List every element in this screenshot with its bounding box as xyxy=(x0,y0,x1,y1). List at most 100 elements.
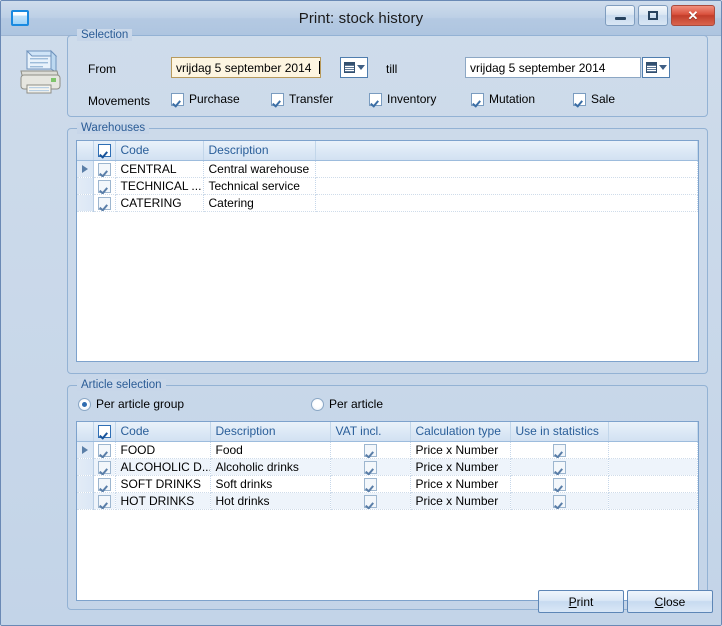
cell-use-in-statistics[interactable] xyxy=(510,492,609,510)
article-selection-group: Article selection Per article group Per … xyxy=(67,379,708,610)
column-header-vat-incl[interactable]: VAT incl. xyxy=(330,422,411,442)
printer-icon xyxy=(20,49,61,94)
checkbox-icon xyxy=(97,196,111,210)
table-row[interactable]: HOT DRINKS Hot drinks Price x Number xyxy=(77,492,698,510)
till-date-input[interactable]: vrijdag 5 september 2014 xyxy=(465,57,641,78)
table-row[interactable]: ALCOHOLIC D... Alcoholic drinks Price x … xyxy=(77,458,698,476)
cell-filler xyxy=(315,194,698,212)
cell-code: TECHNICAL ... xyxy=(115,177,204,195)
column-header-description[interactable]: Description xyxy=(203,141,316,161)
close-dialog-button[interactable]: Close xyxy=(627,590,713,613)
table-row[interactable]: SOFT DRINKS Soft drinks Price x Number xyxy=(77,475,698,493)
cell-vat-incl[interactable] xyxy=(330,492,411,510)
cell-use-in-statistics[interactable] xyxy=(510,475,609,493)
row-selector[interactable] xyxy=(77,160,94,178)
checkbox-icon xyxy=(97,443,111,457)
row-selector[interactable] xyxy=(77,475,94,493)
select-all-header[interactable] xyxy=(93,422,116,442)
row-checkbox[interactable] xyxy=(93,492,116,510)
column-header-use-in-statistics[interactable]: Use in statistics xyxy=(510,422,609,442)
warehouses-table: Code Description CENTRAL Central warehou… xyxy=(77,141,698,212)
checkbox-icon xyxy=(97,179,111,193)
checkbox-icon xyxy=(363,494,377,508)
checkbox-icon xyxy=(97,477,111,491)
dialog-client-area: Selection From vrijdag 5 september 2014 … xyxy=(5,29,719,623)
till-date-picker-button[interactable] xyxy=(642,57,670,78)
articles-table: Code Description VAT incl. Calculation t… xyxy=(77,422,698,510)
radio-per-article[interactable]: Per article xyxy=(311,397,383,411)
column-header-code[interactable]: Code xyxy=(115,422,211,442)
row-checkbox[interactable] xyxy=(93,475,116,493)
table-row[interactable]: CATERING Catering xyxy=(77,194,698,212)
row-checkbox[interactable] xyxy=(93,441,116,459)
chevron-down-icon xyxy=(356,65,365,70)
checkbox-mutation[interactable]: Mutation xyxy=(471,92,535,106)
from-date-input[interactable]: vrijdag 5 september 2014 xyxy=(171,57,321,78)
select-all-header[interactable] xyxy=(93,141,116,161)
checkbox-transfer[interactable]: Transfer xyxy=(271,92,333,106)
cell-vat-incl[interactable] xyxy=(330,475,411,493)
checkbox-icon xyxy=(363,460,377,474)
print-button[interactable]: Print xyxy=(538,590,624,613)
checkbox-icon xyxy=(97,425,111,439)
row-checkbox[interactable] xyxy=(93,194,116,212)
checkbox-icon xyxy=(97,144,111,158)
cell-calculation-type: Price x Number xyxy=(410,458,511,476)
cell-description: Hot drinks xyxy=(210,492,331,510)
row-checkbox[interactable] xyxy=(93,177,116,195)
row-checkbox[interactable] xyxy=(93,458,116,476)
column-header-calculation-type[interactable]: Calculation type xyxy=(410,422,511,442)
minimize-icon xyxy=(614,17,626,20)
checkbox-purchase[interactable]: Purchase xyxy=(171,92,240,106)
cell-description: Soft drinks xyxy=(210,475,331,493)
table-row[interactable]: TECHNICAL ... Technical service xyxy=(77,177,698,195)
radio-per-article-group[interactable]: Per article group xyxy=(78,397,184,411)
cell-code: ALCOHOLIC D... xyxy=(115,458,211,476)
maximize-button[interactable] xyxy=(638,5,668,26)
cell-description: Technical service xyxy=(203,177,316,195)
checkbox-icon xyxy=(552,460,566,474)
row-selector[interactable] xyxy=(77,492,94,510)
checkbox-icon xyxy=(369,92,382,106)
cell-calculation-type: Price x Number xyxy=(410,492,511,510)
row-selector[interactable] xyxy=(77,177,94,195)
column-header-description[interactable]: Description xyxy=(210,422,331,442)
from-date-picker-button[interactable] xyxy=(340,57,368,78)
checkbox-icon xyxy=(573,92,586,106)
cell-use-in-statistics[interactable] xyxy=(510,441,609,459)
column-header-code[interactable]: Code xyxy=(115,141,204,161)
radio-label: Per article group xyxy=(96,397,185,411)
row-selector[interactable] xyxy=(77,441,94,459)
cell-filler xyxy=(315,160,698,178)
row-selector[interactable] xyxy=(77,194,94,212)
checkbox-inventory[interactable]: Inventory xyxy=(369,92,436,106)
row-selector[interactable] xyxy=(77,458,94,476)
cell-vat-incl[interactable] xyxy=(330,441,411,459)
close-icon: ✕ xyxy=(687,8,699,23)
close-rest: lose xyxy=(663,594,686,609)
movements-label: Movements xyxy=(88,94,151,108)
till-label: till xyxy=(386,62,398,76)
table-row[interactable]: CENTRAL Central warehouse xyxy=(77,160,698,178)
articles-grid[interactable]: Code Description VAT incl. Calculation t… xyxy=(76,421,699,601)
from-label: From xyxy=(88,62,116,76)
close-button[interactable]: ✕ xyxy=(671,5,715,26)
cell-description: Food xyxy=(210,441,331,459)
chevron-down-icon xyxy=(658,65,667,70)
cell-filler xyxy=(608,458,698,476)
print-rest: rint xyxy=(576,594,594,609)
checkbox-sale[interactable]: Sale xyxy=(573,92,615,106)
row-checkbox[interactable] xyxy=(93,160,116,178)
table-row[interactable]: FOOD Food Price x Number xyxy=(77,441,698,459)
cell-filler xyxy=(315,177,698,195)
selection-group: Selection From vrijdag 5 september 2014 … xyxy=(67,29,708,117)
warehouses-grid[interactable]: Code Description CENTRAL Central warehou… xyxy=(76,140,699,362)
cell-vat-incl[interactable] xyxy=(330,458,411,476)
caption-buttons: ✕ xyxy=(605,5,715,26)
minimize-button[interactable] xyxy=(605,5,635,26)
cell-description: Catering xyxy=(203,194,316,212)
row-selector-header xyxy=(77,141,94,161)
cell-use-in-statistics[interactable] xyxy=(510,458,609,476)
checkbox-label: Sale xyxy=(591,92,616,106)
radio-icon xyxy=(78,397,91,411)
